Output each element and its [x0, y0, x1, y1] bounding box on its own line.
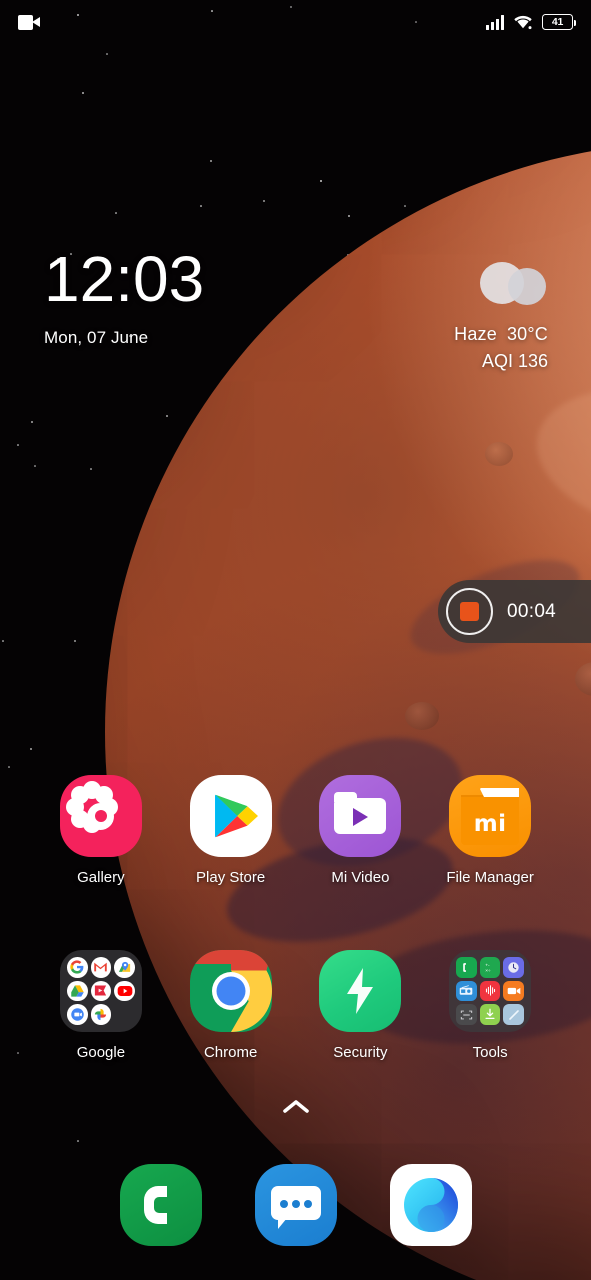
app-grid-row-2: Google Chrome Security +- ×÷ Tools	[0, 950, 591, 1061]
mi-browser-icon	[389, 1164, 472, 1246]
battery-level: 41	[551, 15, 564, 28]
app-label: Tools	[472, 1044, 508, 1061]
mi-logo-text: mi	[473, 811, 507, 837]
app-label: Play Store	[196, 869, 266, 886]
weather-temperature: 30°C	[506, 324, 548, 344]
status-bar: 41	[0, 0, 591, 44]
app-file-manager[interactable]: mi File Manager	[425, 775, 555, 886]
phone-home-screen: 41 12:03 Mon, 07 June Haze 30°C AQI 136 0…	[0, 0, 591, 1280]
status-bar-left	[18, 14, 40, 30]
cellular-signal-icon	[485, 14, 504, 30]
svg-text:+-: +-	[485, 964, 490, 969]
haze-icon	[474, 256, 548, 310]
app-label: Gallery	[77, 869, 125, 886]
downloads-icon	[479, 1004, 501, 1025]
play-store-icon	[189, 775, 272, 857]
app-label: Chrome	[203, 1044, 258, 1061]
folder-tools[interactable]: +- ×÷ Tools	[425, 950, 555, 1061]
app-security[interactable]: Security	[296, 950, 426, 1061]
app-grid-row-1: Gallery Play Store Mi Video mi File Mana…	[0, 775, 591, 886]
maps-icon	[114, 957, 135, 978]
folder-google[interactable]: Google	[36, 950, 166, 1061]
battery-icon: 41	[542, 14, 576, 30]
app-chrome[interactable]: Chrome	[166, 950, 296, 1061]
weather-widget[interactable]: Haze 30°C AQI 136	[454, 256, 548, 372]
video-camera-icon	[18, 14, 40, 30]
status-bar-right: 41	[485, 14, 576, 30]
folder-empty-slot	[114, 1004, 135, 1025]
clock-icon	[503, 957, 525, 978]
app-mi-video[interactable]: Mi Video	[296, 775, 426, 886]
scanner-icon	[456, 1004, 477, 1025]
youtube-icon	[114, 980, 135, 1002]
calculator-icon: +- ×÷	[479, 957, 501, 978]
screen-recorder-widget[interactable]: 00:04	[438, 580, 591, 643]
screen-recorder-icon	[503, 980, 525, 1002]
google-folder-icon	[59, 950, 142, 1032]
photos-icon	[90, 1004, 112, 1025]
weather-condition-temp: Haze 30°C	[454, 324, 548, 345]
dock-app-mi-browser[interactable]	[389, 1164, 472, 1246]
gallery-icon	[59, 775, 142, 857]
dock-app-messages[interactable]	[254, 1164, 337, 1246]
recording-elapsed-time: 00:04	[507, 600, 557, 622]
clock-date: Mon, 07 June	[44, 328, 149, 347]
weather-aqi: AQI 136	[481, 351, 548, 371]
wifi-icon	[513, 14, 533, 30]
clock-weather-widget: 12:03 Mon, 07 June Haze 30°C AQI 136	[0, 244, 591, 394]
app-gallery[interactable]: Gallery	[36, 775, 166, 886]
stop-recording-icon[interactable]	[446, 588, 493, 635]
mi-video-icon	[319, 775, 402, 857]
fm-radio-icon	[456, 980, 477, 1002]
tools-folder-icon: +- ×÷	[449, 950, 532, 1032]
app-label: Google	[76, 1044, 126, 1061]
messages-icon	[254, 1164, 337, 1246]
app-play-store[interactable]: Play Store	[166, 775, 296, 886]
security-icon	[319, 950, 402, 1032]
weather-condition: Haze	[454, 324, 497, 344]
clock-time: 12:03	[44, 243, 205, 315]
notes-icon	[503, 1004, 525, 1025]
gmail-icon	[90, 957, 112, 978]
app-label: File Manager	[446, 869, 534, 886]
app-label: Security	[333, 1044, 388, 1061]
dock	[0, 1155, 591, 1255]
app-label: Mi Video	[331, 869, 390, 886]
clock-widget[interactable]: 12:03 Mon, 07 June	[44, 244, 204, 348]
recorder-icon	[479, 980, 501, 1002]
phone-icon	[456, 957, 477, 978]
drive-icon	[66, 980, 88, 1002]
dock-app-phone[interactable]	[119, 1164, 202, 1246]
google-search-icon	[66, 957, 88, 978]
chevron-up-icon[interactable]	[282, 1098, 310, 1121]
duo-icon	[66, 1004, 88, 1025]
svg-text:×÷: ×÷	[485, 968, 491, 973]
phone-icon	[119, 1164, 202, 1246]
file-manager-icon: mi	[449, 775, 532, 857]
play-movies-icon	[90, 980, 112, 1002]
chrome-icon	[189, 950, 272, 1032]
